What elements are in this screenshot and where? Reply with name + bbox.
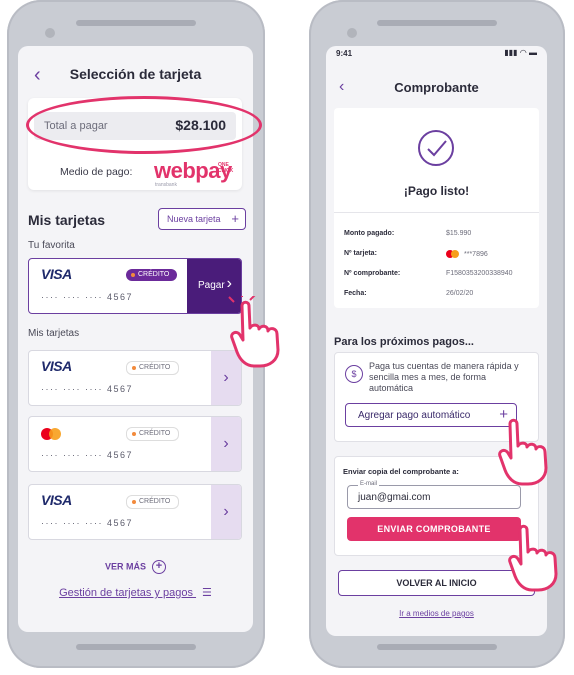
see-more-button[interactable]: VER MÁS + (18, 560, 253, 574)
card-number: ···· ···· ···· 4567 (41, 450, 133, 460)
see-more-label: VER MÁS (104, 561, 146, 572)
pointing-hand-icon (508, 524, 558, 592)
send-receipt-button[interactable]: ENVIAR COMPROBANTE (347, 517, 521, 541)
add-auto-pay-label: Agregar pago automático (358, 410, 471, 421)
webpay-oneclick-text: ONE CLICK (218, 162, 234, 174)
pointing-hand-icon (228, 296, 280, 368)
credit-badge: CRÉDITO (126, 495, 180, 509)
card-item[interactable]: VISA CRÉDITO ···· ···· ···· 4567 › (28, 484, 242, 540)
email-floating-label: E-mail (358, 481, 380, 487)
section-title-my-cards: Mis tarjetas (28, 212, 106, 228)
new-card-button[interactable]: Nueva tarjeta + (158, 208, 246, 230)
divider (334, 212, 539, 213)
favorite-label: Tu favorita (28, 240, 75, 251)
speaker-bar (377, 20, 497, 26)
total-highlight-ellipse (26, 96, 262, 154)
status-time: 9:41 (336, 49, 353, 58)
home-indicator (377, 644, 497, 650)
receipt-card: ¡Pago listo! Monto pagado: $15.990 Nº ta… (334, 108, 539, 308)
card-number: ···· ···· ···· 4567 (41, 384, 133, 394)
my-cards-label: Mis tarjetas (28, 328, 80, 339)
visa-logo: VISA (41, 266, 72, 282)
receipt-row: Fecha: 26/02/20 (344, 290, 474, 297)
credit-badge: CRÉDITO (126, 269, 178, 281)
email-value: juan@gmai.com (358, 492, 431, 503)
page-title: Comprobante (394, 80, 479, 95)
payment-methods-link[interactable]: Ir a medios de pagos (326, 609, 547, 618)
email-field[interactable]: E-mail juan@gmai.com (347, 481, 521, 509)
payment-method-label: Medio de pago: (60, 166, 133, 178)
status-bar: 9:41 ▮▮▮ ◠ ▬ (326, 46, 547, 60)
add-auto-pay-button[interactable]: Agregar pago automático + (345, 403, 517, 427)
card-list-icon: ☰ (202, 587, 212, 599)
card-number: ···· ···· ···· 4567 (41, 292, 133, 302)
transbank-text: transbank (155, 182, 177, 188)
mastercard-icon (41, 428, 63, 440)
credit-badge: CRÉDITO (126, 361, 180, 375)
receipt-row: Nº tarjeta: ***7896 (344, 250, 488, 258)
new-card-label: Nueva tarjeta (167, 214, 221, 224)
home-indicator (76, 644, 196, 650)
card-item[interactable]: VISA CRÉDITO ···· ···· ···· 4567 › (28, 350, 242, 406)
pay-label: Pagar (198, 280, 225, 291)
card-item[interactable]: CRÉDITO ···· ···· ···· 4567 › (28, 416, 242, 472)
dollar-cycle-icon: $ (345, 365, 363, 383)
chevron-right-icon: › (226, 275, 232, 292)
manage-cards-label: Gestión de tarjetas y pagos (59, 587, 193, 599)
payment-ready-title: ¡Pago listo! (403, 184, 470, 198)
page-title: Selección de tarjeta (69, 66, 202, 82)
plus-icon: + (231, 211, 239, 226)
pointing-hand-icon (498, 418, 548, 486)
signal-wifi-battery-icon: ▮▮▮ ◠ ▬ (504, 48, 537, 57)
send-copy-label: Enviar copia del comprobante a: (343, 467, 459, 476)
plus-circle-icon: + (152, 560, 166, 574)
mastercard-icon (446, 250, 460, 258)
auto-pay-description: Paga tus cuentas de manera rápida y senc… (369, 361, 519, 393)
favorite-card[interactable]: VISA CRÉDITO ···· ···· ···· 4567 Pagar › (28, 258, 242, 314)
receipt-row: Nº comprobante: F1580353200338940 (344, 270, 513, 277)
receipt-row: Monto pagado: $15.990 (344, 230, 472, 237)
card-number: ···· ···· ···· 4567 (41, 518, 133, 528)
chevron-right-icon[interactable]: › (211, 485, 241, 539)
chevron-right-icon[interactable]: › (211, 417, 241, 471)
camera-dot (347, 28, 357, 38)
visa-logo: VISA (41, 492, 72, 508)
next-payments-title: Para los próximos pagos... (334, 336, 474, 348)
check-circle-icon (418, 130, 454, 166)
credit-badge: CRÉDITO (126, 427, 180, 441)
visa-logo: VISA (41, 358, 72, 374)
speaker-bar (76, 20, 196, 26)
manage-cards-link[interactable]: Gestión de tarjetas y pagos ☰ (18, 586, 253, 599)
camera-dot (45, 28, 55, 38)
